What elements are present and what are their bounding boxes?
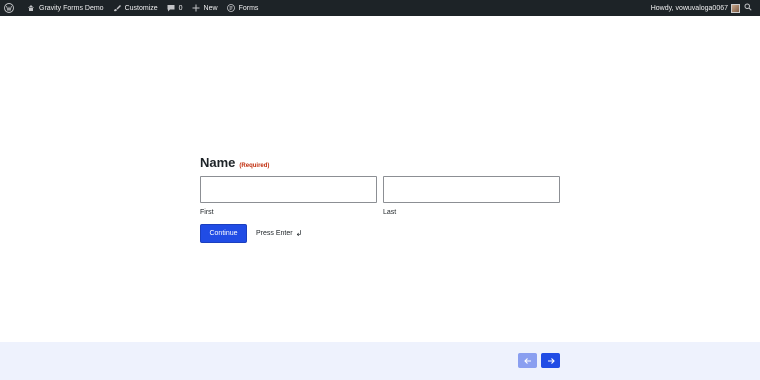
comments-count: 0: [178, 4, 183, 12]
site-name: Gravity Forms Demo: [39, 4, 104, 12]
forms-link[interactable]: Forms: [226, 0, 259, 16]
last-name-column: Last: [383, 176, 560, 216]
comments-link[interactable]: 0: [167, 0, 183, 16]
form-actions: Continue Press Enter ↲: [200, 224, 560, 243]
press-enter-text: Press Enter: [256, 230, 293, 237]
new-content-link[interactable]: New: [192, 0, 218, 16]
arrow-right-icon: [547, 353, 555, 368]
admin-bar-right: Howdy, vowuvaloga0067: [651, 0, 756, 16]
required-indicator: (Required): [239, 163, 270, 169]
new-label: New: [203, 4, 218, 12]
form-navigation-footer: [0, 342, 760, 380]
name-inputs: First Last: [200, 176, 560, 216]
howdy-text: Howdy, vowuvaloga0067: [650, 4, 728, 12]
my-account-link[interactable]: Howdy, vowuvaloga0067: [651, 0, 740, 16]
name-field-section: Name (Required) First Last Continue Pres…: [200, 155, 560, 243]
admin-bar: Gravity Forms Demo Customize 0 New Forms: [0, 0, 760, 16]
comment-icon: [167, 4, 175, 12]
forms-label: Forms: [238, 4, 259, 12]
first-name-label: First: [200, 209, 214, 216]
first-name-input[interactable]: [200, 176, 377, 203]
previous-button[interactable]: [518, 353, 537, 368]
last-name-input[interactable]: [383, 176, 560, 203]
customize-link[interactable]: Customize: [113, 0, 158, 16]
admin-bar-left: Gravity Forms Demo Customize 0 New Forms: [4, 0, 267, 16]
last-name-label: Last: [383, 209, 397, 216]
continue-button[interactable]: Continue: [200, 224, 247, 243]
press-enter-hint: Press Enter ↲: [256, 229, 302, 238]
avatar: [731, 3, 740, 13]
home-icon: [27, 4, 35, 12]
arrow-left-icon: [523, 353, 532, 368]
plus-icon: [192, 4, 200, 12]
gravity-forms-icon: [226, 4, 235, 12]
name-field-label: Name (Required): [200, 155, 560, 170]
customize-label: Customize: [124, 4, 158, 12]
site-name-link[interactable]: Gravity Forms Demo: [27, 0, 104, 16]
next-button[interactable]: [541, 353, 560, 368]
wordpress-icon: [4, 3, 14, 13]
field-title: Name: [200, 155, 236, 170]
search-icon: [744, 3, 752, 13]
search-button[interactable]: [744, 0, 752, 16]
return-icon: ↲: [295, 229, 303, 238]
brush-icon: [113, 4, 121, 12]
first-name-column: First: [200, 176, 377, 216]
wordpress-menu[interactable]: [4, 0, 18, 16]
